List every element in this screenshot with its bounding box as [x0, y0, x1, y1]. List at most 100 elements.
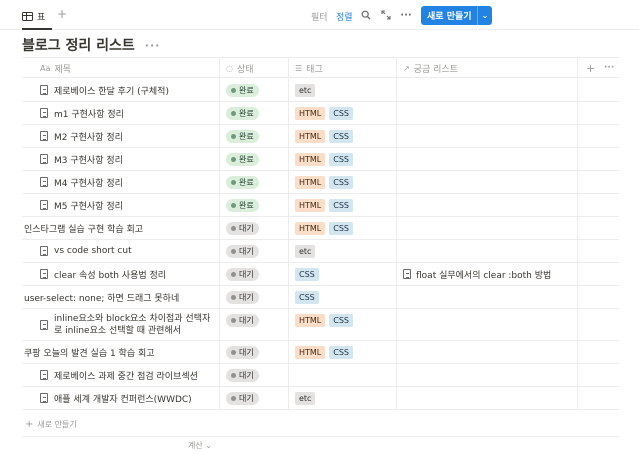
text-property-icon: Aa	[40, 63, 51, 73]
cell-status[interactable]: 대기	[220, 286, 288, 308]
column-header-name[interactable]: Aa 제목	[34, 58, 219, 78]
calculate-button[interactable]: 계산 ⌄	[188, 440, 212, 451]
cell-tags[interactable]: HTML CSS	[289, 102, 396, 124]
cell-status[interactable]: 대기	[220, 217, 288, 239]
title-more-icon[interactable]: ···	[145, 39, 161, 52]
cell-status[interactable]: 대기	[220, 364, 288, 386]
cell-title[interactable]: user-select: none; 하면 드래그 못하네	[22, 286, 219, 308]
cell-relation[interactable]	[397, 148, 577, 170]
column-header-link[interactable]: ↗ 궁금 리스트	[397, 58, 577, 78]
filter-button[interactable]: 필터	[311, 10, 328, 23]
cell-relation[interactable]	[397, 341, 577, 363]
cell-tags[interactable]: CSS	[289, 286, 396, 308]
cell-title[interactable]: inline요소와 block요소 차이점과 선택자로 inline요소 선택할…	[22, 309, 219, 340]
status-badge: 대기	[226, 345, 259, 359]
cell-tags[interactable]: HTML CSS	[289, 148, 396, 170]
cell-status[interactable]: 완료	[220, 171, 288, 193]
database-title[interactable]: 블로그 정리 리스트	[22, 35, 135, 55]
cell-tags[interactable]: HTML CSS	[289, 341, 396, 363]
status-dot-icon	[231, 110, 236, 116]
cell-relation[interactable]	[397, 217, 577, 239]
cell-tags[interactable]: HTML CSS	[289, 217, 396, 239]
cell-status[interactable]: 대기	[220, 240, 288, 262]
cell-title[interactable]: clear 속성 both 사용법 정리	[22, 263, 219, 285]
cell-relation[interactable]	[397, 102, 577, 124]
column-header-status[interactable]: ◌ 상태	[220, 58, 288, 78]
cell-status[interactable]: 대기	[220, 263, 288, 285]
cell-relation[interactable]	[397, 79, 577, 101]
cell-relation[interactable]: float 실무에서의 clear :both 방법	[397, 263, 577, 285]
table-row[interactable]: M3 구현사항 정리 완료 HTML CSS	[22, 148, 619, 171]
table-row[interactable]: clear 속성 both 사용법 정리 대기 CSS float 실무에서의 cle…	[22, 263, 619, 286]
column-header-tags[interactable]: ☰ 태그	[289, 58, 396, 78]
more-options-icon[interactable]: ···	[399, 8, 413, 22]
view-tab-table[interactable]: 표	[22, 8, 45, 24]
cell-tags[interactable]: HTML CSS	[289, 171, 396, 193]
cell-title[interactable]: 제로베이스 한달 후기 (구체적)	[22, 79, 219, 101]
chevron-down-icon[interactable]: ⌄	[478, 11, 492, 20]
column-header-status-label: 상태	[236, 64, 254, 75]
cell-relation[interactable]	[397, 364, 577, 386]
expand-icon[interactable]	[379, 8, 393, 22]
cell-relation[interactable]	[397, 387, 577, 409]
table-row[interactable]: 제로베이스 한달 후기 (구체적) 완료 etc	[22, 79, 619, 102]
cell-title[interactable]: M5 구현사항 정리	[22, 194, 219, 216]
cell-status[interactable]: 완료	[220, 102, 288, 124]
cell-title[interactable]: 인스타그램 실습 구현 학습 회고	[22, 217, 219, 239]
cell-tags[interactable]: HTML CSS	[289, 194, 396, 216]
cell-tags[interactable]: HTML CSS	[289, 125, 396, 147]
property-more-icon[interactable]: ···	[598, 58, 619, 78]
add-row-button[interactable]: + 새로 만들기	[25, 419, 77, 430]
cell-title[interactable]: M4 구현사항 정리	[22, 171, 219, 193]
cell-relation[interactable]	[397, 309, 577, 340]
cell-relation[interactable]	[397, 125, 577, 147]
cell-relation[interactable]	[397, 171, 577, 193]
cell-status[interactable]: 완료	[220, 79, 288, 101]
tag-chip: HTML	[295, 175, 326, 189]
table-row[interactable]: M4 구현사항 정리 완료 HTML CSS	[22, 171, 619, 194]
cell-status[interactable]: 대기	[220, 387, 288, 409]
add-view-button[interactable]: +	[57, 7, 67, 21]
relation-link[interactable]: float 실무에서의 clear :both 방법	[416, 268, 551, 281]
table-row[interactable]: 애플 세계 개발자 컨퍼런스(WWDC) 대기 etc	[22, 387, 619, 410]
page-icon	[40, 200, 48, 210]
table-row[interactable]: 제로베이스 과제 중간 점검 라이브섹션 대기	[22, 364, 619, 387]
cell-tags[interactable]: etc	[289, 387, 396, 409]
cell-status[interactable]: 대기	[220, 341, 288, 363]
cell-title[interactable]: 쿠팡 오늘의 발견 실습 1 학습 회고	[22, 341, 219, 363]
cell-tags[interactable]: HTML CSS	[289, 309, 396, 340]
search-icon[interactable]	[359, 8, 373, 22]
table-row[interactable]: 쿠팡 오늘의 발견 실습 1 학습 회고 대기 HTML CSS	[22, 341, 619, 364]
cell-tags[interactable]: etc	[289, 79, 396, 101]
table-row[interactable]: user-select: none; 하면 드래그 못하네 대기 CSS	[22, 286, 619, 309]
cell-status[interactable]: 완료	[220, 125, 288, 147]
table-row[interactable]: vs code short cut 대기 etc	[22, 240, 619, 263]
table-row[interactable]: M2 구현사항 정리 완료 HTML CSS	[22, 125, 619, 148]
cell-title[interactable]: 애플 세계 개발자 컨퍼런스(WWDC)	[22, 387, 219, 409]
new-page-button[interactable]: 새로 만들기 ⌄	[421, 6, 492, 25]
column-header-name-label: 제목	[54, 64, 71, 75]
cell-relation[interactable]	[397, 286, 577, 308]
tag-chip: HTML	[295, 345, 326, 359]
cell-tags[interactable]: etc	[289, 240, 396, 262]
cell-relation[interactable]	[397, 194, 577, 216]
add-property-button[interactable]: +	[580, 58, 598, 78]
tag-chip: etc	[295, 244, 316, 258]
table-row[interactable]: 인스타그램 실습 구현 학습 회고 대기 HTML CSS	[22, 217, 619, 240]
cell-status[interactable]: 대기	[220, 309, 288, 340]
cell-tags[interactable]	[289, 364, 396, 386]
database-title-row: 블로그 정리 리스트 ···	[22, 36, 160, 54]
table-row[interactable]: inline요소와 block요소 차이점과 선택자로 inline요소 선택할…	[22, 309, 619, 341]
cell-title[interactable]: M2 구현사항 정리	[22, 125, 219, 147]
table-row[interactable]: M5 구현사항 정리 완료 HTML CSS	[22, 194, 619, 217]
cell-relation[interactable]	[397, 240, 577, 262]
table-row[interactable]: m1 구현사항 정리 완료 HTML CSS	[22, 102, 619, 125]
cell-tags[interactable]: CSS	[289, 263, 396, 285]
cell-title[interactable]: 제로베이스 과제 중간 점검 라이브섹션	[22, 364, 219, 386]
sort-button[interactable]: 정렬	[336, 10, 353, 23]
cell-status[interactable]: 완료	[220, 148, 288, 170]
cell-title[interactable]: M3 구현사항 정리	[22, 148, 219, 170]
cell-status[interactable]: 완료	[220, 194, 288, 216]
cell-title[interactable]: vs code short cut	[22, 240, 219, 262]
cell-title[interactable]: m1 구현사항 정리	[22, 102, 219, 124]
